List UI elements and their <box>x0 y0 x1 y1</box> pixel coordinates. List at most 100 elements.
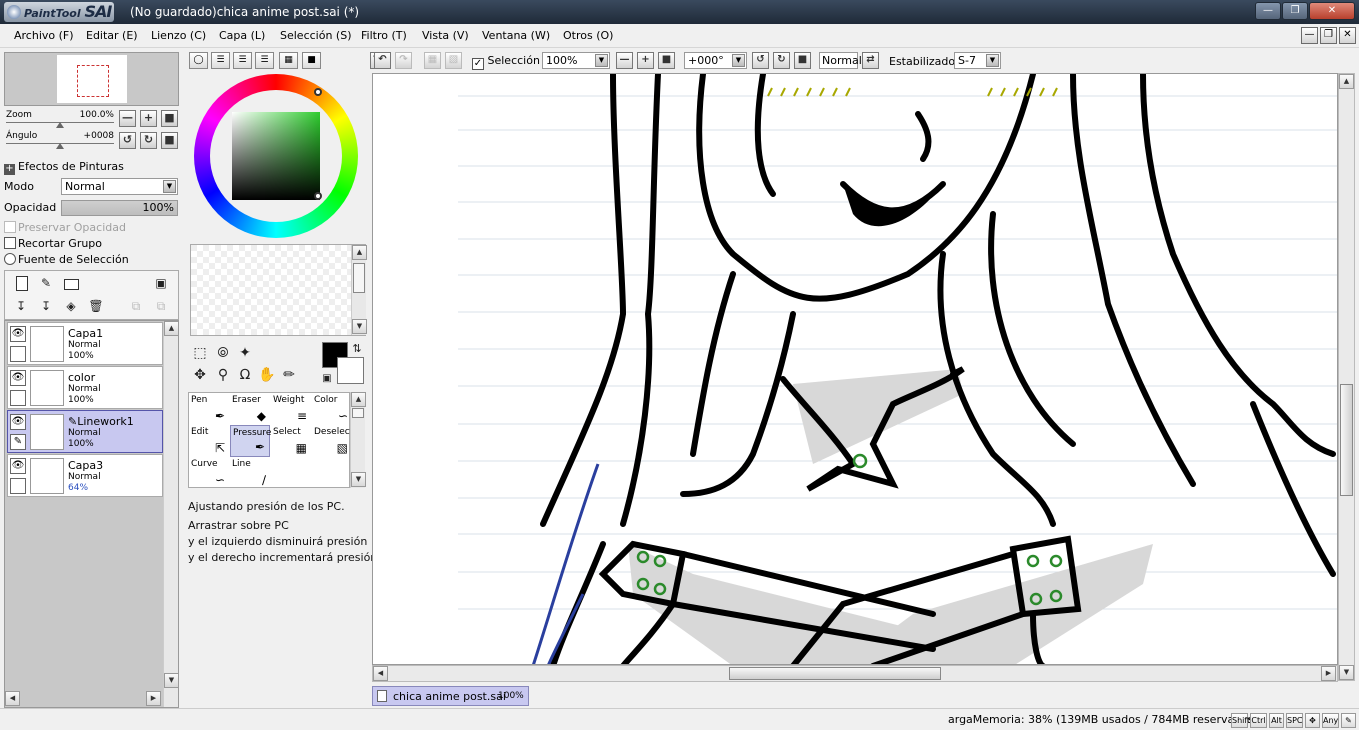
scroll-left-arrow[interactable]: ◀ <box>373 666 388 681</box>
maximize-button[interactable]: ❐ <box>1282 2 1308 20</box>
scroll-up-arrow[interactable]: ▲ <box>1339 74 1354 89</box>
merge-down-icon[interactable]: ↧ <box>38 298 54 314</box>
hue-marker[interactable] <box>314 88 322 96</box>
menu-archivo[interactable]: Archivo (F) <box>14 29 74 42</box>
eye-icon[interactable]: 👁 <box>10 458 26 474</box>
tool-line[interactable]: Line ∕ <box>230 457 270 489</box>
rotate-left-button[interactable]: ↺ <box>119 132 136 149</box>
tool-edit[interactable]: Edit ⇱ <box>189 425 229 457</box>
default-colors-icon[interactable]: ▣ <box>318 370 336 388</box>
menu-seleccion[interactable]: Selección (S) <box>280 29 352 42</box>
scroll-right-arrow[interactable]: ▶ <box>146 691 161 706</box>
eyedropper-icon[interactable]: ✏ <box>280 366 298 384</box>
layer-mask-icon[interactable]: ▣ <box>153 275 169 291</box>
selection-checkbox[interactable]: ✓ Selección <box>472 54 540 70</box>
swatches-tab[interactable]: ▦ <box>279 52 298 69</box>
rect-select-icon[interactable]: ⬚ <box>191 344 209 362</box>
magic-wand-icon[interactable]: ✦ <box>236 344 254 362</box>
rotate-reset-button[interactable]: ■ <box>161 132 178 149</box>
layer-mode-select[interactable]: Normal ▼ <box>61 178 178 195</box>
tool-pressure[interactable]: Pressure ✒ <box>230 425 271 457</box>
scroll-thumb[interactable] <box>353 263 365 293</box>
zoom-tool-icon[interactable]: ⚲ <box>214 366 232 384</box>
layer-lock-checkbox[interactable] <box>10 390 26 406</box>
move-icon[interactable]: ✥ <box>191 366 209 384</box>
new-layer-icon[interactable] <box>13 275 29 291</box>
pen-lock-icon[interactable]: ✎ <box>10 434 26 450</box>
eye-icon[interactable]: 👁 <box>10 370 26 386</box>
layer-row[interactable]: 👁 Capa3 Normal 64% <box>7 454 163 497</box>
zoom-knob[interactable] <box>56 122 64 128</box>
canvas-horizontal-scrollbar[interactable]: ◀ ▶ <box>372 665 1338 682</box>
rgb-sliders-tab[interactable]: ☰ <box>211 52 230 69</box>
zoom-slider[interactable]: Zoom 100.0% <box>6 110 114 128</box>
tool-curve[interactable]: Curve ∽ <box>189 457 229 489</box>
horizontal-scroll-thumb[interactable] <box>729 667 941 680</box>
scroll-thumb[interactable] <box>352 408 364 418</box>
scratch-pad-scrollbar[interactable]: ▲ ▼ <box>351 245 367 335</box>
menu-vista[interactable]: Vista (V) <box>422 29 469 42</box>
tool-grid-scrollbar[interactable]: ▲ ▼ <box>350 392 366 488</box>
canvas-vertical-scrollbar[interactable]: ▲ ▼ <box>1338 73 1355 681</box>
mdi-minimize-button[interactable]: — <box>1301 27 1318 44</box>
menu-ventana[interactable]: Ventana (W) <box>482 29 550 42</box>
rotate-tool-icon[interactable]: Ω <box>236 366 254 384</box>
color-wheel-tab[interactable]: ◯ <box>189 52 208 69</box>
new-linework-layer-icon[interactable]: ✎ <box>38 275 54 291</box>
zoom-out-button[interactable]: — <box>119 110 136 127</box>
navigator-preview[interactable] <box>4 52 179 106</box>
angle-slider[interactable]: Ángulo +0008 <box>6 131 114 149</box>
hand-icon[interactable]: ✋ <box>258 366 276 384</box>
scroll-left-arrow[interactable]: ◀ <box>5 691 20 706</box>
canvas-rotate-right-button[interactable]: ↻ <box>773 52 790 69</box>
menu-lienzo[interactable]: Lienzo (C) <box>151 29 206 42</box>
tool-eraser[interactable]: Eraser ◆ <box>230 393 270 425</box>
close-button[interactable]: ✕ <box>1309 2 1355 20</box>
layer-row[interactable]: 👁 Capa1 Normal 100% <box>7 322 163 365</box>
flip-view-button[interactable]: ⇄ <box>862 52 879 69</box>
layer-list-scrollbar[interactable]: ▲ ▼ <box>163 321 179 707</box>
menu-capa[interactable]: Capa (L) <box>219 29 265 42</box>
scroll-up-arrow[interactable]: ▲ <box>164 321 179 336</box>
tool-select[interactable]: Select ▦ <box>271 425 311 457</box>
scroll-down-arrow[interactable]: ▼ <box>1339 665 1354 680</box>
canvas-zoom-select[interactable]: 100% ▼ <box>542 52 610 69</box>
lasso-icon[interactable]: ⦾ <box>214 344 232 362</box>
transfer-down-icon[interactable]: ↧ <box>13 298 29 314</box>
layer-lock-checkbox[interactable] <box>10 346 26 362</box>
tool-color[interactable]: Color ∽ <box>312 393 352 425</box>
tool-pen[interactable]: Pen ✒ <box>189 393 229 425</box>
tool-deselect[interactable]: Deselect ▧ <box>312 425 353 457</box>
scroll-up-arrow[interactable]: ▲ <box>352 245 367 260</box>
menu-editar[interactable]: Editar (E) <box>86 29 138 42</box>
minimize-button[interactable]: — <box>1255 2 1281 20</box>
eye-icon[interactable]: 👁 <box>10 414 26 430</box>
color-wheel[interactable] <box>194 74 358 238</box>
sv-marker[interactable] <box>314 192 322 200</box>
paint-effects-toggle[interactable]: + Efectos de Pinturas <box>4 160 124 175</box>
vertical-scroll-thumb[interactable] <box>1340 384 1353 496</box>
canvas-angle-select[interactable]: +000° ▼ <box>684 52 747 69</box>
mdi-restore-button[interactable]: ❐ <box>1320 27 1337 44</box>
swap-colors-icon[interactable]: ⇅ <box>348 340 366 358</box>
canvas-zoom-in-button[interactable]: + <box>637 52 654 69</box>
drawing-canvas[interactable] <box>372 73 1338 665</box>
canvas-rotate-left-button[interactable]: ↺ <box>752 52 769 69</box>
scroll-down-arrow[interactable]: ▼ <box>164 673 179 688</box>
mixer-tab[interactable]: ☰ <box>255 52 274 69</box>
eye-icon[interactable]: 👁 <box>10 326 26 342</box>
selection-source-radio[interactable]: Fuente de Selección <box>4 253 129 266</box>
layer-row-selected[interactable]: 👁 ✎ ✎Linework1 Normal 100% <box>7 410 163 453</box>
canvas-zoom-reset-button[interactable]: ■ <box>658 52 675 69</box>
blend-mode-button[interactable]: Normal <box>819 52 862 69</box>
undo-button[interactable]: ↶ <box>374 52 391 69</box>
zoom-in-button[interactable]: + <box>140 110 157 127</box>
scratchpad-tab[interactable]: ■ <box>302 52 321 69</box>
mdi-close-button[interactable]: ✕ <box>1339 27 1356 44</box>
rotate-right-button[interactable]: ↻ <box>140 132 157 149</box>
clear-layer-icon[interactable]: ◈ <box>63 298 79 314</box>
layer-opacity-slider[interactable]: 100% <box>61 200 178 216</box>
zoom-reset-button[interactable]: ■ <box>161 110 178 127</box>
hsv-sliders-tab[interactable]: ☰ <box>233 52 252 69</box>
scroll-down-arrow[interactable]: ▼ <box>351 472 366 487</box>
